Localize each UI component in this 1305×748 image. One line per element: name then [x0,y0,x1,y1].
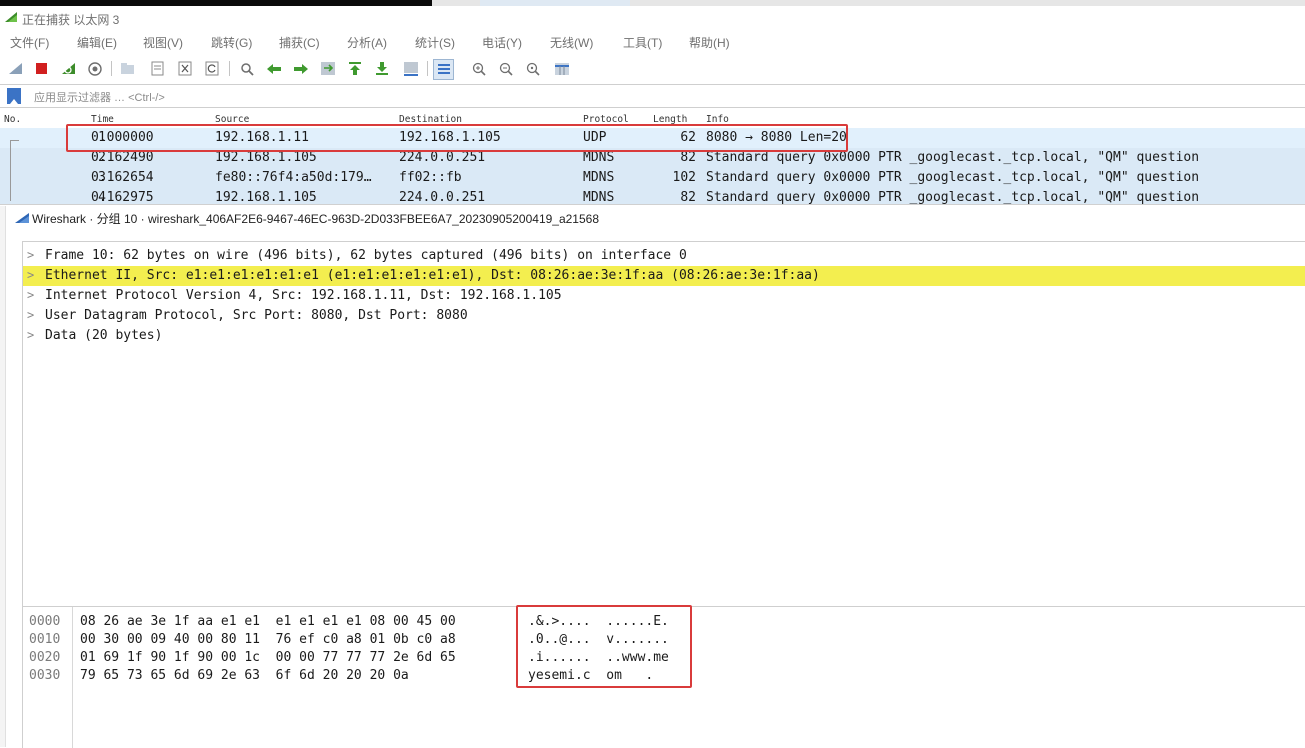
menu-wireless[interactable]: 无线(W) [550,34,593,51]
packet-time: 0.162654 [91,170,154,185]
menu-view[interactable]: 视图(V) [143,34,183,51]
column-header-no[interactable]: No. [4,114,21,125]
ascii-highlight [516,605,692,688]
shark-fin-icon[interactable] [7,60,24,77]
menu-help[interactable]: 帮助(H) [689,34,730,51]
packet-info: Standard query 0x0000 PTR _googlecast._t… [706,190,1200,204]
packet-detail-title: Wireshark · 分组 10 · wireshark_406AF2E6-9… [32,212,600,226]
hex-bytes[interactable]: 79 65 73 65 6d 69 2e 63 6f 6d 20 20 20 0… [80,668,409,683]
auto-scroll-icon[interactable] [402,60,419,77]
toolbar-separator [427,61,428,76]
menu-analyze[interactable]: 分析(A) [347,34,387,51]
colorize-icon[interactable] [433,59,454,80]
main-toolbar [0,53,1305,83]
tree-item-label: Data (20 bytes) [45,328,163,343]
zoom-out-icon[interactable] [497,60,514,77]
capture-options-icon[interactable] [86,60,103,77]
menu-statistics[interactable]: 统计(S) [415,34,455,51]
toolbar-separator [229,61,230,76]
main-window-titlebar: 正在捕获 以太网 3 [0,6,1305,29]
hex-bytes[interactable]: 01 69 1f 90 1f 90 00 1c 00 00 77 77 77 2… [80,650,456,665]
packet-protocol: MDNS [583,190,615,204]
packet-row[interactable]: 3 0.162654 fe80::76f4:a50d:179… ff02::fb… [0,168,1305,188]
go-to-packet-icon[interactable] [319,60,336,77]
window-title: 正在捕获 以太网 3 [22,13,120,27]
menu-tools[interactable]: 工具(T) [623,34,662,51]
zoom-in-icon[interactable] [470,60,487,77]
packet-source: 192.168.1.105 [215,190,317,204]
window-left-edge [0,206,6,747]
packet-length: 82 [680,190,696,204]
tree-item-frame[interactable]: > Frame 10: 62 bytes on wire (496 bits),… [23,246,1305,266]
menu-telephony[interactable]: 电话(Y) [482,34,522,51]
packet-protocol: MDNS [583,150,615,165]
packet-detail-tree: > Frame 10: 62 bytes on wire (496 bits),… [22,241,1305,607]
chevron-right-icon[interactable]: > [27,248,34,262]
chevron-right-icon[interactable]: > [27,288,34,302]
packet-source: fe80::76f4:a50d:179… [215,170,372,185]
zoom-normal-icon[interactable] [524,60,541,77]
tree-item-ipv4[interactable]: > Internet Protocol Version 4, Src: 192.… [23,286,1305,306]
menu-edit[interactable]: 编辑(E) [77,34,117,51]
packet-length: 102 [672,170,696,185]
packet-row[interactable]: 4 0.162975 192.168.1.105 224.0.0.251 MDN… [0,188,1305,204]
menu-bar: 文件(F) 编辑(E) 视图(V) 跳转(G) 捕获(C) 分析(A) 统计(S… [0,29,1305,53]
packet-destination: 224.0.0.251 [399,190,486,204]
save-file-icon[interactable] [149,60,166,77]
packet-source: 192.168.1.105 [215,150,317,165]
chevron-right-icon[interactable]: > [27,308,34,322]
packet-time: 0.162490 [91,150,154,165]
resize-columns-icon[interactable] [553,60,570,77]
shark-fin-icon [4,11,18,26]
packet-destination: ff02::fb [399,170,462,185]
open-file-icon[interactable] [119,60,136,77]
toolbar-separator [111,61,112,76]
tree-item-udp[interactable]: > User Datagram Protocol, Src Port: 8080… [23,306,1305,326]
packet-detail-titlebar: Wireshark · 分组 10 · wireshark_406AF2E6-9… [0,204,1305,231]
tree-item-ethernet[interactable]: > Ethernet II, Src: e1:e1:e1:e1:e1:e1 (e… [23,266,1305,286]
packet-protocol: MDNS [583,170,615,185]
hex-offset: 0010 [29,632,61,647]
display-filter-bar[interactable]: 应用显示过滤器 … <Ctrl-/> [0,84,1305,108]
packet-info: Standard query 0x0000 PTR _googlecast._t… [706,170,1200,185]
selected-packet-highlight [66,124,848,152]
hex-bytes[interactable]: 00 30 00 09 40 00 80 11 76 ef c0 a8 01 0… [80,632,456,647]
hex-offset: 0020 [29,650,61,665]
tree-item-label: Frame 10: 62 bytes on wire (496 bits), 6… [45,248,687,263]
display-filter-input[interactable]: 应用显示过滤器 … <Ctrl-/> [34,89,165,105]
packet-destination: 224.0.0.251 [399,150,486,165]
packet-length: 82 [680,150,696,165]
chevron-right-icon[interactable]: > [27,328,34,342]
tree-item-label: Internet Protocol Version 4, Src: 192.16… [45,288,562,303]
hex-bytes[interactable]: 08 26 ae 3e 1f aa e1 e1 e1 e1 e1 e1 08 0… [80,614,456,629]
go-first-icon[interactable] [346,60,363,77]
tree-item-label: User Datagram Protocol, Src Port: 8080, … [45,308,468,323]
chevron-right-icon[interactable]: > [27,268,34,282]
bookmark-icon[interactable] [7,88,21,104]
tree-item-label: Ethernet II, Src: e1:e1:e1:e1:e1:e1 (e1:… [45,268,820,283]
menu-capture[interactable]: 捕获(C) [279,34,320,51]
restart-capture-icon[interactable] [60,60,77,77]
packet-time: 0.162975 [91,190,154,204]
go-forward-icon[interactable] [292,60,309,77]
stop-capture-icon[interactable] [33,60,50,77]
shark-fin-icon [14,212,30,227]
hex-offset: 0000 [29,614,61,629]
menu-go[interactable]: 跳转(G) [211,34,252,51]
hex-offset: 0030 [29,668,61,683]
tree-item-data[interactable]: > Data (20 bytes) [23,326,1305,346]
menu-file[interactable]: 文件(F) [10,34,49,51]
find-packet-icon[interactable] [238,60,255,77]
conversation-bracket [10,140,19,201]
go-back-icon[interactable] [265,60,282,77]
close-file-icon[interactable] [176,60,193,77]
reload-icon[interactable] [203,60,220,77]
packet-info: Standard query 0x0000 PTR _googlecast._t… [706,150,1200,165]
go-last-icon[interactable] [373,60,390,77]
